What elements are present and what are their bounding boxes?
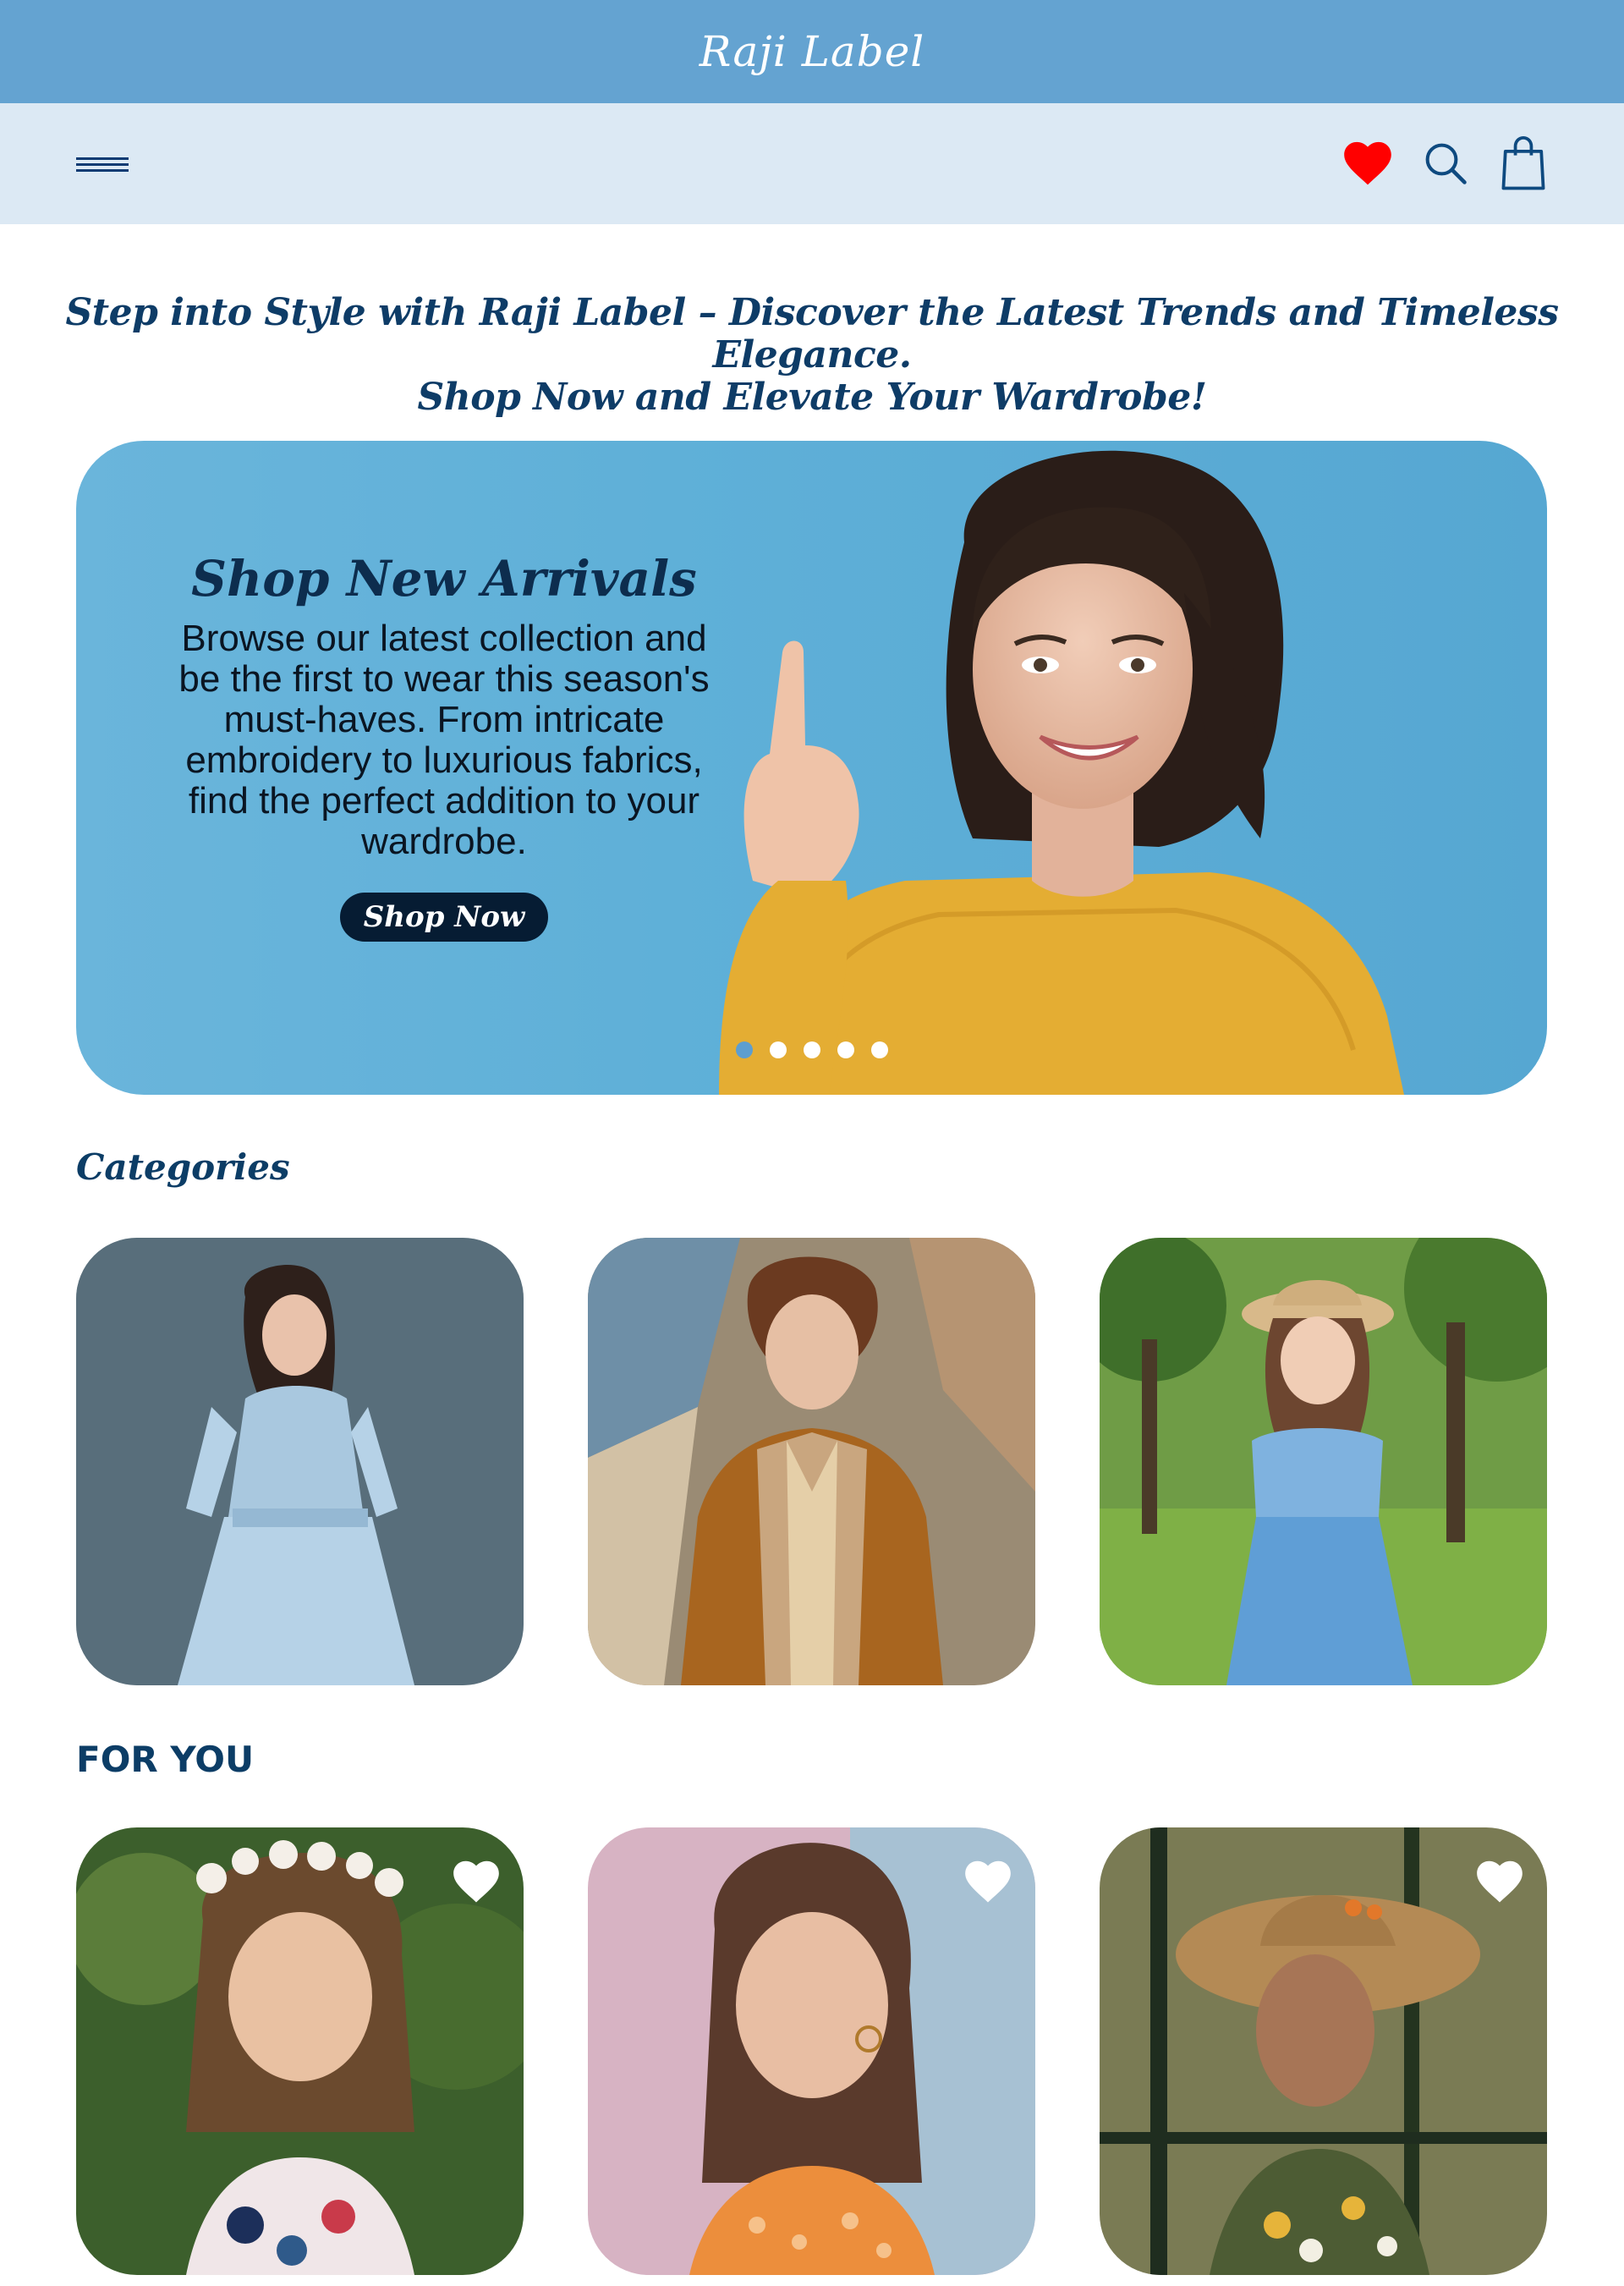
product-card-2[interactable] [588,1827,1035,2275]
carousel-dot-2[interactable] [770,1041,787,1058]
product-card-3[interactable] [1100,1827,1547,2275]
categories-heading: Categories [76,1146,290,1188]
favorite-heart-icon[interactable] [964,1860,1012,1904]
search-icon[interactable] [1419,134,1472,193]
favorite-heart-icon[interactable] [1476,1860,1523,1904]
hamburger-menu-icon[interactable] [76,147,129,181]
shopping-bag-icon[interactable] [1497,134,1550,193]
favorite-heart-icon[interactable] [453,1860,500,1904]
shop-now-button[interactable]: Shop Now [340,893,548,942]
hero-text: Shop New Arrivals Browse our latest coll… [156,549,732,942]
nav-bar [0,103,1624,224]
category-card-men[interactable] [588,1238,1035,1685]
tagline-line-2: Shop Now and Elevate Your Wardrobe! [417,376,1207,419]
men-category-image [588,1238,1035,1685]
hero-title: Shop New Arrivals [191,550,697,607]
tagline: Step into Style with Raji Label – Discov… [51,292,1573,419]
carousel-dot-4[interactable] [837,1041,854,1058]
category-card-kids[interactable] [1100,1238,1547,1685]
category-card-women[interactable] [76,1238,524,1685]
for-you-heading: FOR YOU [76,1739,255,1780]
tagline-line-1: Step into Style with Raji Label – Discov… [65,291,1559,376]
carousel-dot-1[interactable] [736,1041,753,1058]
hero-model-image [719,450,1404,1095]
hero-description: Browse our latest collection and be the … [178,618,710,862]
heart-icon[interactable] [1341,134,1394,193]
women-category-image [76,1238,524,1685]
carousel-dots [736,1041,888,1058]
product-card-1[interactable] [76,1827,524,2275]
brand-logo[interactable]: Raji Label [700,27,925,76]
hero-banner[interactable]: Shop New Arrivals Browse our latest coll… [76,441,1547,1095]
carousel-dot-5[interactable] [871,1041,888,1058]
kids-category-image [1100,1238,1547,1685]
brand-bar: Raji Label [0,0,1624,103]
nav-icons [1341,134,1550,193]
carousel-dot-3[interactable] [804,1041,820,1058]
